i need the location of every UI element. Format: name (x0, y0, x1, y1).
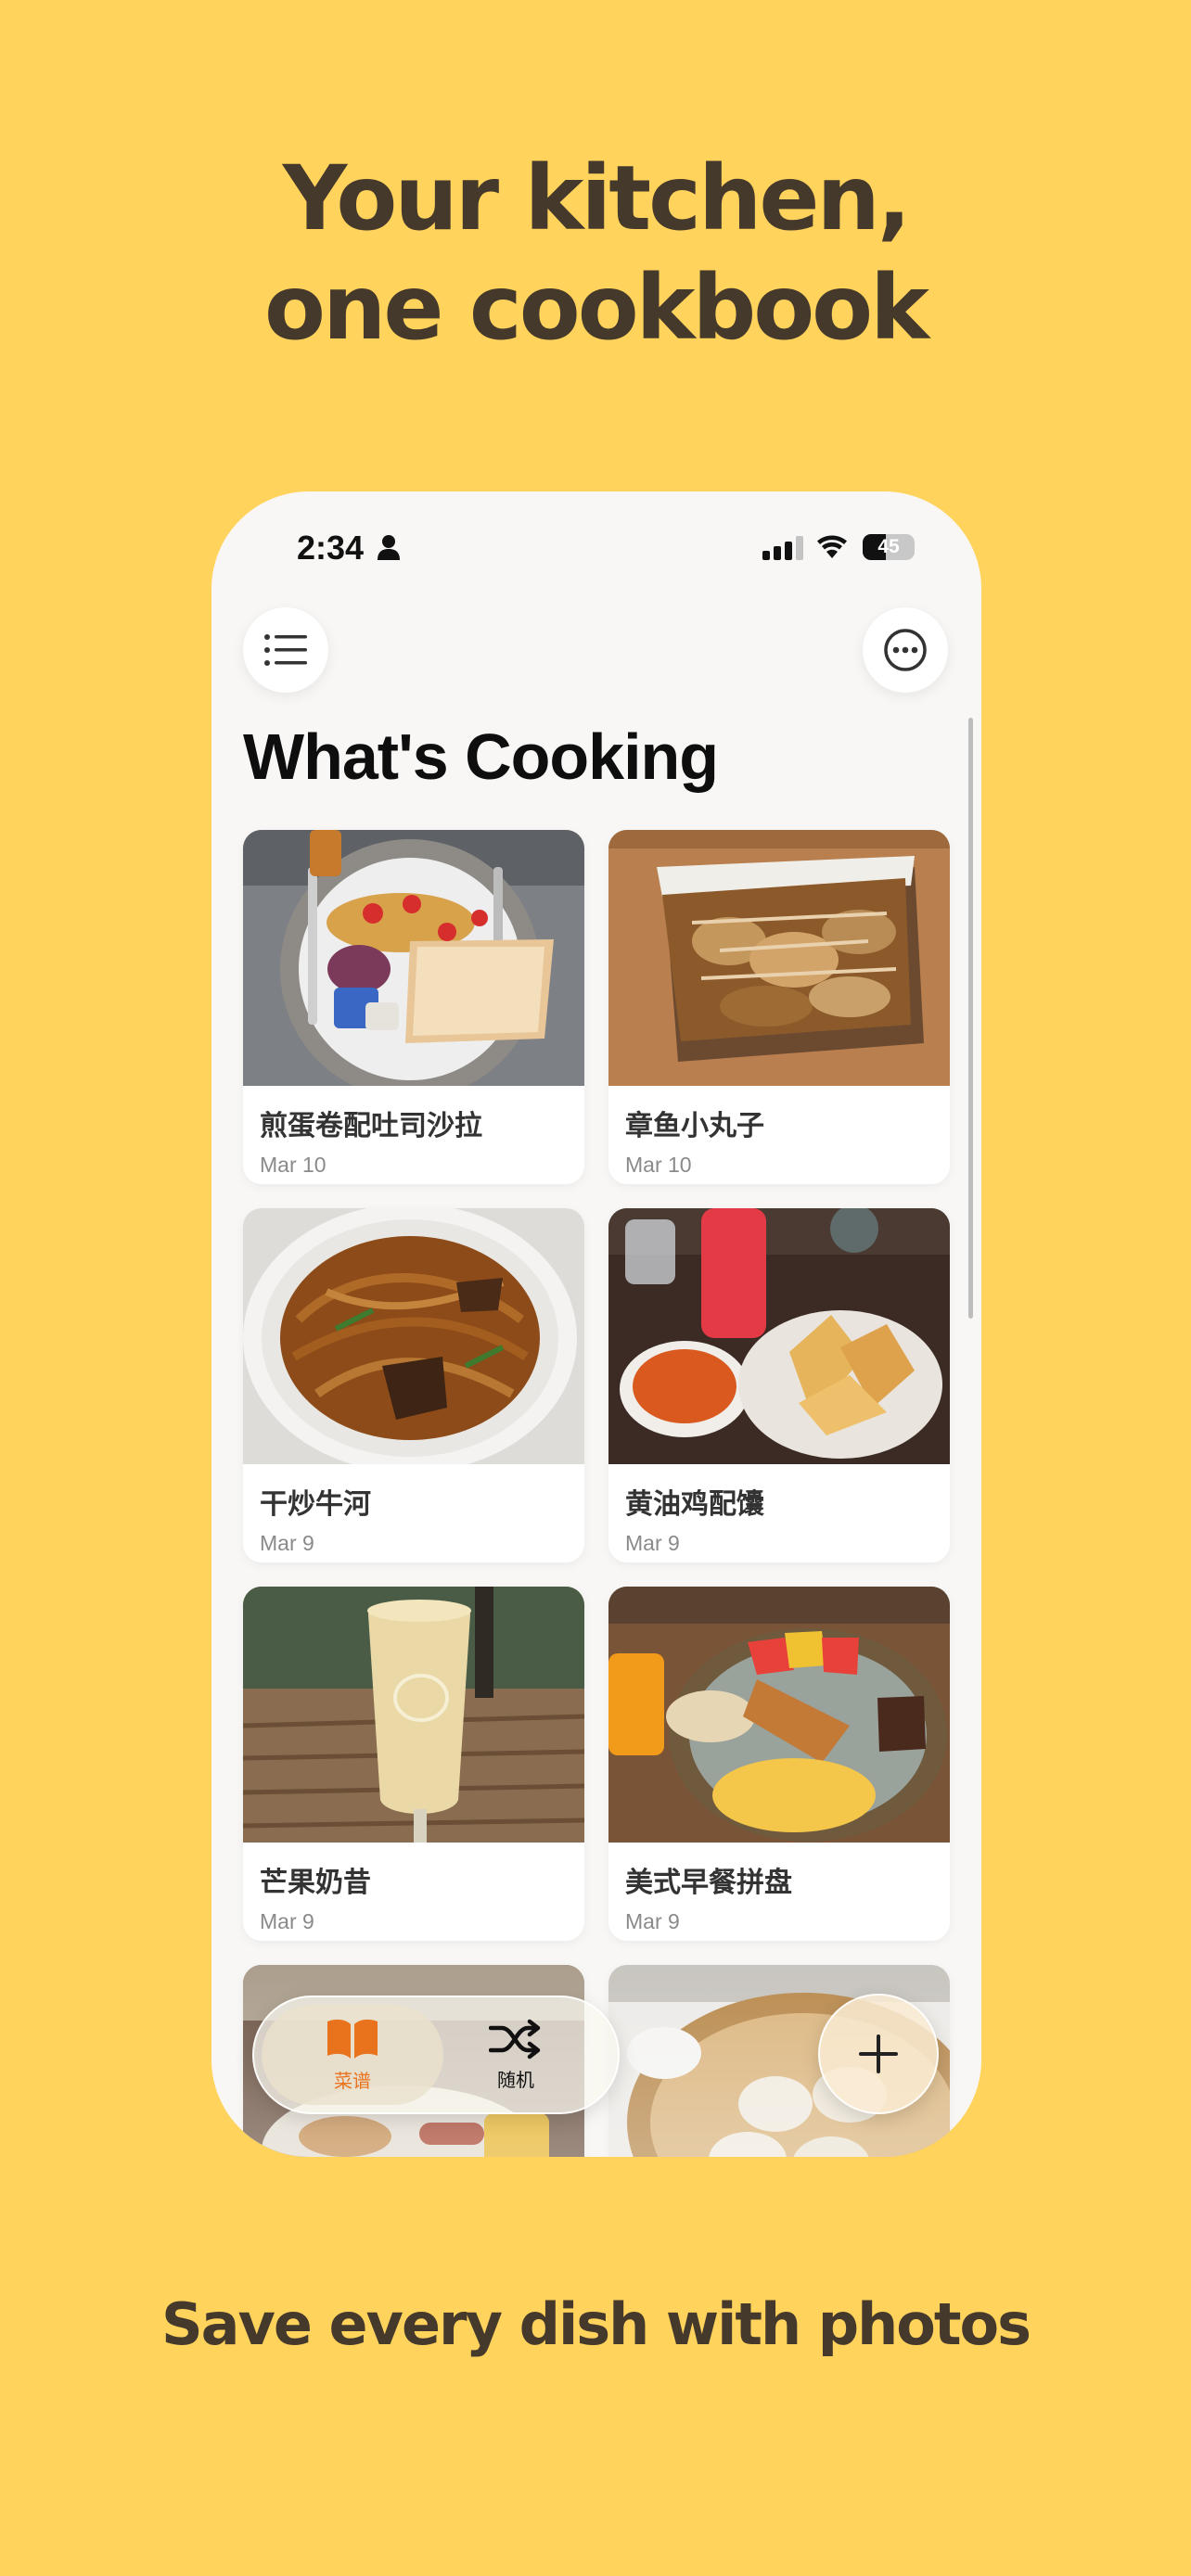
more-options-button[interactable] (863, 607, 948, 693)
scroll-indicator[interactable] (968, 718, 973, 1319)
american-breakfast-photo (608, 1587, 950, 1843)
recipe-date: Mar 9 (260, 1909, 314, 1933)
phone-screen: 2:34 45 What's Cooking 煎蛋卷配吐司沙拉 Mar 10 章… (211, 491, 981, 2157)
headline-line-2: one cookbook (264, 256, 929, 360)
recipe-date: Mar 10 (625, 1153, 692, 1177)
recipe-title: 芒果奶昔 (260, 1867, 371, 1899)
menu-button[interactable] (243, 607, 328, 693)
tab-label: 菜谱 (334, 2069, 371, 2092)
omelette-toast-salad-photo (243, 830, 584, 1086)
recipe-title: 煎蛋卷配吐司沙拉 (260, 1110, 482, 1142)
book-icon (327, 2019, 378, 2059)
recipe-card[interactable]: 美式早餐拼盘 Mar 9 (608, 1587, 950, 1941)
recipe-title: 美式早餐拼盘 (625, 1867, 792, 1899)
person-icon (378, 535, 400, 560)
recipe-title: 干炒牛河 (260, 1488, 371, 1521)
recipe-card[interactable]: 煎蛋卷配吐司沙拉 Mar 10 (243, 830, 584, 1184)
tab-bar: 菜谱 随机 (252, 1996, 620, 2114)
recipe-card[interactable]: 芒果奶昔 Mar 9 (243, 1587, 584, 1941)
headline: Your kitchen, one cookbook (0, 144, 1191, 363)
recipe-card[interactable]: 章鱼小丸子 Mar 10 (608, 830, 950, 1184)
tab-random[interactable]: 随机 (432, 2005, 599, 2105)
recipe-card[interactable]: 黄油鸡配馕 Mar 9 (608, 1208, 950, 1562)
add-recipe-button[interactable] (818, 1994, 939, 2114)
shuffle-icon (489, 2019, 541, 2059)
beef-chow-fun-photo (243, 1208, 584, 1464)
mango-smoothie-photo (243, 1587, 584, 1843)
tab-label: 随机 (497, 2068, 534, 2091)
wifi-icon (817, 535, 847, 558)
ellipsis-circle-icon (884, 629, 927, 671)
recipe-title: 黄油鸡配馕 (625, 1488, 764, 1521)
cellular-signal-icon (762, 536, 803, 560)
status-bar: 2:34 45 (211, 491, 981, 612)
recipe-title: 章鱼小丸子 (625, 1110, 764, 1142)
status-time: 2:34 (297, 529, 365, 567)
battery-percent: 45 (877, 536, 900, 557)
recipe-date: Mar 10 (260, 1153, 327, 1177)
tab-recipes[interactable]: 菜谱 (269, 2005, 436, 2105)
headline-line-1: Your kitchen, (282, 147, 912, 250)
butter-chicken-naan-photo (608, 1208, 950, 1464)
list-icon (264, 634, 307, 666)
page-title: What's Cooking (243, 721, 719, 793)
recipe-date: Mar 9 (625, 1909, 680, 1933)
plus-icon (859, 2034, 898, 2073)
recipe-card[interactable]: 干炒牛河 Mar 9 (243, 1208, 584, 1562)
recipe-date: Mar 9 (260, 1531, 314, 1555)
recipe-date: Mar 9 (625, 1531, 680, 1555)
tagline: Save every dish with photos (160, 2290, 1031, 2358)
battery-icon: 45 (863, 534, 915, 560)
takoyaki-photo (608, 830, 950, 1086)
